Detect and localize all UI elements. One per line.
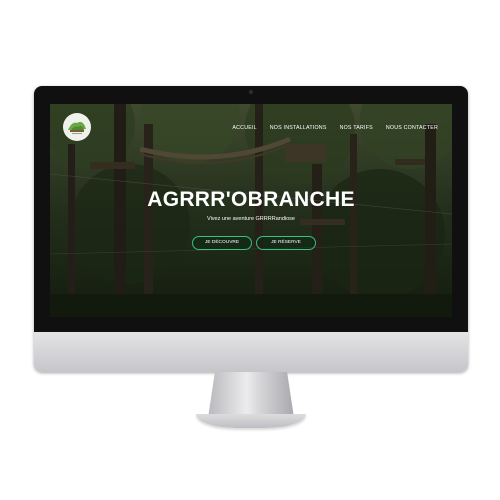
device-mockup: ACCUEIL NOS INSTALLATIONS NOS TARIFS NOU…: [0, 0, 500, 500]
nav-item-installations[interactable]: NOS INSTALLATIONS: [270, 125, 327, 131]
book-button[interactable]: JE RÉSERVE: [256, 236, 316, 250]
monitor-chin: [34, 332, 468, 372]
hero-subtitle: Vivez une aventure GRRRRandiose: [207, 216, 295, 222]
website-screen: ACCUEIL NOS INSTALLATIONS NOS TARIFS NOU…: [50, 104, 452, 317]
main-navigation: ACCUEIL NOS INSTALLATIONS NOS TARIFS NOU…: [232, 125, 438, 131]
camera-icon: [249, 90, 253, 94]
hero-title: AGRRR'OBRANCHE: [147, 188, 355, 211]
discover-button[interactable]: JE DÉCOUVRE: [192, 236, 252, 250]
monitor-stand-base: [196, 414, 306, 428]
nav-item-contact[interactable]: NOUS CONTACTER: [386, 125, 438, 131]
nav-item-tarifs[interactable]: NOS TARIFS: [340, 125, 373, 131]
nav-item-accueil[interactable]: ACCUEIL: [232, 125, 256, 131]
adventure-park-logo-icon[interactable]: [63, 113, 91, 141]
monitor-stand: [208, 372, 294, 418]
